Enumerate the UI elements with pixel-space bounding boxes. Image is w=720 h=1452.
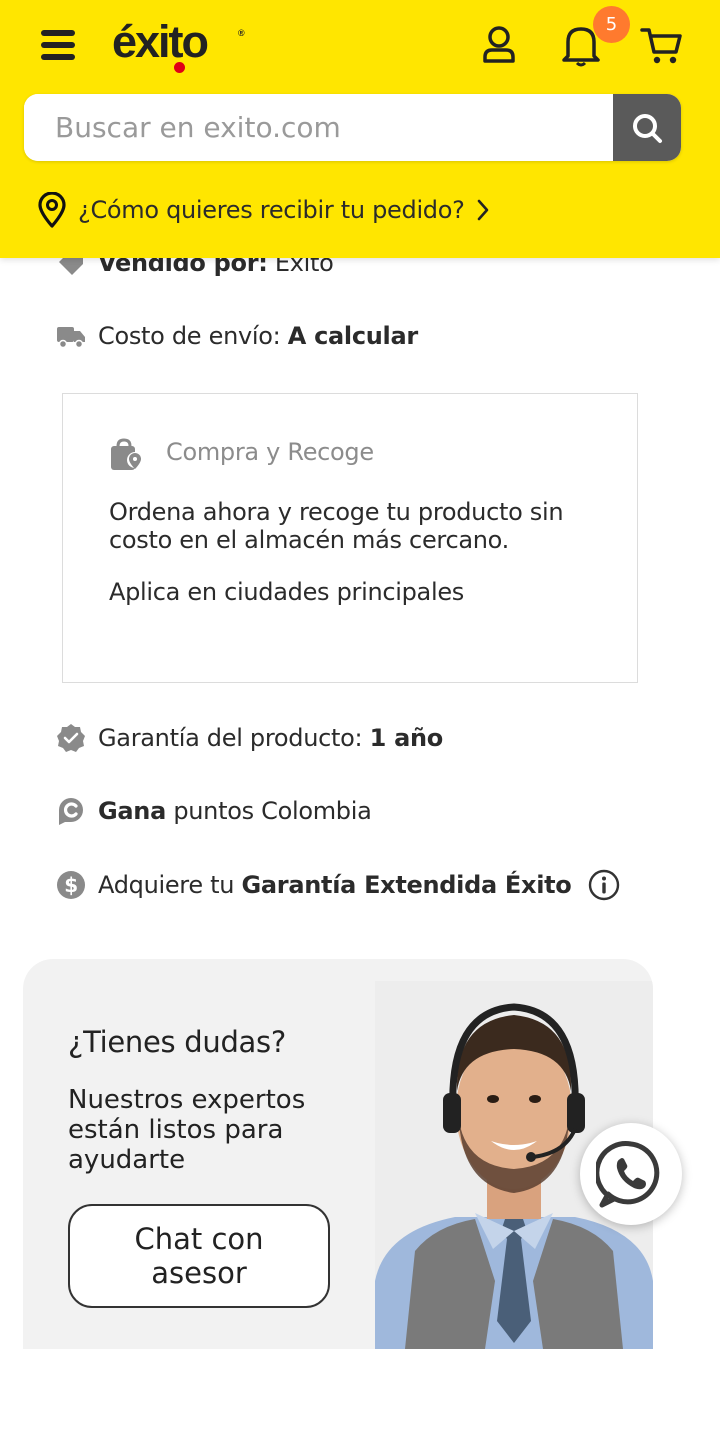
top-header: éxito ® 5 ¿Cómo quieres recibir tu pedid… (0, 0, 720, 258)
chat-with-advisor-button[interactable]: Chat con asesor (68, 1204, 330, 1308)
delivery-prompt: ¿Cómo quieres recibir tu pedido? (78, 196, 465, 224)
search-bar (24, 94, 681, 161)
puntos-colombia-icon (59, 798, 83, 825)
shipping-label: Costo de envío: (98, 322, 281, 350)
search-icon (633, 113, 662, 143)
pickup-card: Compra y Recoge Ordena ahora y recoge tu… (62, 393, 638, 683)
extended-bold: Garantía Extendida Éxito (241, 871, 572, 899)
help-description: Nuestros expertos están listos para ayud… (68, 1085, 306, 1175)
warranty-label: Garantía del producto: (98, 724, 363, 752)
info-icon[interactable] (588, 869, 620, 901)
search-input[interactable] (24, 94, 613, 161)
logo-dot (174, 62, 185, 73)
warranty-row: Garantía del producto: 1 año (56, 723, 443, 753)
pickup-title: Compra y Recoge (166, 438, 374, 466)
logo-text: éxito (112, 16, 209, 67)
whatsapp-button[interactable] (580, 1123, 682, 1225)
pickup-description: Ordena ahora y recoge tu producto sin co… (109, 498, 564, 554)
search-button[interactable] (613, 94, 681, 161)
help-title: ¿Tienes dudas? (68, 1025, 286, 1059)
points-text: puntos Colombia (173, 797, 372, 825)
svg-text:$: $ (64, 873, 78, 897)
location-pin-icon (38, 192, 66, 228)
store-pickup-icon (111, 438, 143, 470)
notification-badge: 5 (593, 6, 630, 43)
truck-icon (57, 327, 85, 349)
cart-icon[interactable] (640, 26, 684, 66)
whatsapp-icon (596, 1141, 660, 1208)
shipping-value: A calcular (287, 322, 418, 350)
delivery-selector[interactable]: ¿Cómo quieres recibir tu pedido? (36, 190, 491, 230)
extended-prefix: Adquiere tu (98, 871, 235, 899)
points-row: Gana puntos Colombia (56, 796, 372, 826)
points-bold: Gana (98, 797, 166, 825)
dollar-coin-icon: $ (57, 871, 85, 899)
chevron-right-icon (477, 199, 488, 221)
shipping-row: Costo de envío: A calcular (56, 321, 418, 351)
logo-registered-mark: ® (238, 28, 245, 38)
help-banner: ¿Tienes dudas? Nuestros expertos están l… (23, 959, 653, 1349)
exito-logo[interactable]: éxito ® (110, 10, 250, 76)
extended-warranty-row: $ Adquiere tu Garantía Extendida Éxito (56, 869, 620, 901)
verified-badge-icon (57, 724, 85, 752)
pickup-note: Aplica en ciudades principales (109, 578, 464, 606)
menu-icon[interactable] (38, 26, 78, 64)
warranty-value: 1 año (369, 724, 444, 752)
user-icon[interactable] (480, 24, 520, 66)
